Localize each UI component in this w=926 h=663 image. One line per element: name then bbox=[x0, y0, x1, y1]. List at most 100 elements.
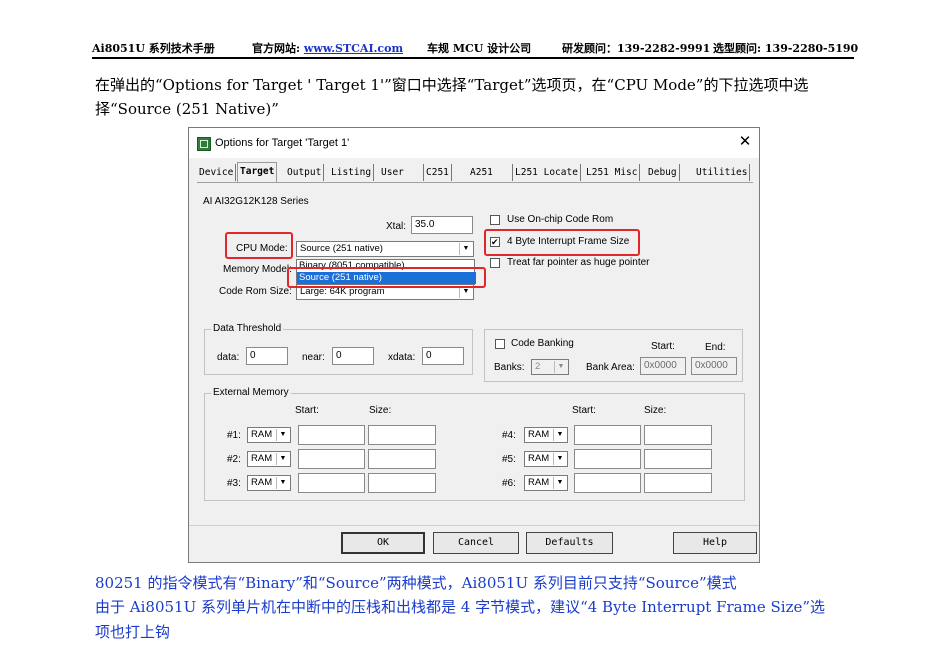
intro-paragraph: 在弹出的“Options for Target ' Target 1'”窗口中选… bbox=[95, 76, 809, 118]
near-input[interactable]: 0 bbox=[332, 347, 374, 365]
cpu-mode-highlight bbox=[225, 232, 293, 259]
data-threshold-title: Data Threshold bbox=[211, 323, 284, 334]
banks-label: Banks: bbox=[494, 362, 525, 373]
farptr-label: Treat far pointer as huge pointer bbox=[507, 257, 650, 268]
ext-type-value: RAM bbox=[251, 477, 273, 488]
company-text: 车规 MCU 设计公司 bbox=[427, 42, 532, 55]
code-banking-checkbox[interactable] bbox=[495, 339, 505, 349]
bank-area-label: Bank Area: bbox=[586, 362, 635, 373]
ext-start-input[interactable] bbox=[298, 473, 365, 493]
tab-target[interactable]: Target bbox=[237, 162, 278, 182]
header-rule bbox=[92, 57, 854, 59]
note-line-3: 项也打上钩 bbox=[95, 623, 171, 641]
tab-l251-misc[interactable]: L251 Misc bbox=[584, 164, 641, 181]
ext-type-select[interactable]: RAM ▼ bbox=[247, 475, 291, 491]
ext-start-input[interactable] bbox=[298, 449, 365, 469]
series-label: AI AI32G12K128 Series bbox=[203, 196, 309, 207]
ext-start-label-right: Start: bbox=[572, 405, 596, 416]
ext-size-input[interactable] bbox=[368, 449, 436, 469]
options-dialog: Options for Target 'Target 1' ✕ Device T… bbox=[188, 127, 760, 563]
external-memory-title: External Memory bbox=[211, 387, 291, 398]
banks-select[interactable]: 2 ▼ bbox=[531, 359, 569, 375]
ok-button[interactable]: OK bbox=[341, 532, 425, 554]
source-option-highlight bbox=[287, 267, 486, 288]
xdata-label: xdata: bbox=[388, 352, 416, 363]
cancel-button[interactable]: Cancel bbox=[433, 532, 519, 554]
tab-c251[interactable]: C251 bbox=[423, 164, 452, 181]
tab-user[interactable]: User bbox=[379, 164, 406, 181]
site-label-text: 官方网站: bbox=[252, 42, 301, 55]
ext-size-label-right: Size: bbox=[644, 405, 667, 416]
ext-start-input[interactable] bbox=[574, 449, 641, 469]
tab-utilities[interactable]: Utilities bbox=[694, 164, 751, 181]
tab-bar: Device Target Output Listing User C251 A… bbox=[197, 162, 753, 183]
onchip-rom-checkbox[interactable] bbox=[490, 215, 500, 225]
ext-row-label: #4: bbox=[502, 430, 516, 441]
dialog-titlebar: Options for Target 'Target 1' ✕ bbox=[189, 128, 759, 158]
bank-end-input[interactable]: 0x0000 bbox=[691, 357, 737, 375]
chevron-down-icon[interactable]: ▼ bbox=[276, 429, 289, 441]
tab-a251[interactable]: A251 bbox=[468, 164, 495, 181]
ext-type-select[interactable]: RAM ▼ bbox=[524, 475, 568, 491]
doc-title: Ai8051U 系列技术手册 bbox=[92, 42, 215, 55]
button-separator bbox=[189, 525, 759, 526]
ext-start-label-left: Start: bbox=[295, 405, 319, 416]
ext-row-label: #6: bbox=[502, 478, 516, 489]
bank-end-label: End: bbox=[705, 342, 726, 353]
chevron-down-icon[interactable]: ▼ bbox=[553, 429, 566, 441]
chevron-down-icon[interactable]: ▼ bbox=[554, 361, 567, 373]
ext-type-select[interactable]: RAM ▼ bbox=[247, 427, 291, 443]
ext-start-input[interactable] bbox=[574, 425, 641, 445]
ext-size-label-left: Size: bbox=[369, 405, 392, 416]
xdata-input[interactable]: 0 bbox=[422, 347, 464, 365]
farptr-checkbox[interactable] bbox=[490, 258, 500, 268]
data-label: data: bbox=[217, 352, 240, 363]
defaults-button[interactable]: Defaults bbox=[526, 532, 613, 554]
ext-type-value: RAM bbox=[528, 429, 550, 440]
xtal-label: Xtal: bbox=[386, 221, 407, 232]
tab-output[interactable]: Output bbox=[285, 164, 325, 181]
ext-size-input[interactable] bbox=[644, 449, 712, 469]
chevron-down-icon[interactable]: ▼ bbox=[276, 453, 289, 465]
ext-size-input[interactable] bbox=[368, 473, 436, 493]
ext-type-select[interactable]: RAM ▼ bbox=[524, 427, 568, 443]
tab-l251-locate[interactable]: L251 Locate bbox=[512, 164, 581, 181]
chevron-down-icon[interactable]: ▼ bbox=[276, 477, 289, 489]
page-header: Ai8051U 系列技术手册 官方网站: www.STCAI.com 车规 MC… bbox=[92, 38, 858, 58]
ext-type-select[interactable]: RAM ▼ bbox=[247, 451, 291, 467]
rnd-contact: 研发顾问：139-2282-9991 bbox=[562, 42, 711, 55]
onchip-rom-label: Use On-chip Code Rom bbox=[507, 214, 614, 225]
tab-debug[interactable]: Debug bbox=[646, 164, 680, 181]
cpu-mode-value: Source (251 native) bbox=[300, 243, 383, 254]
ext-start-input[interactable] bbox=[298, 425, 365, 445]
note-line-1: 80251 的指令模式有“Binary”和“Source”两种模式，Ai8051… bbox=[95, 574, 737, 592]
site-label: 官方网站: www.STCAI.com bbox=[252, 40, 403, 56]
xtal-input[interactable]: 35.0 bbox=[411, 216, 473, 234]
ext-start-input[interactable] bbox=[574, 473, 641, 493]
chevron-down-icon[interactable]: ▼ bbox=[553, 477, 566, 489]
chevron-down-icon[interactable]: ▼ bbox=[553, 453, 566, 465]
ext-type-value: RAM bbox=[251, 429, 273, 440]
bank-start-input[interactable]: 0x0000 bbox=[640, 357, 686, 375]
code-banking-label: Code Banking bbox=[511, 338, 574, 349]
ext-row-label: #5: bbox=[502, 454, 516, 465]
close-icon[interactable]: ✕ bbox=[735, 133, 755, 151]
ext-size-input[interactable] bbox=[644, 425, 712, 445]
site-link[interactable]: www.STCAI.com bbox=[304, 42, 403, 55]
ext-size-input[interactable] bbox=[644, 473, 712, 493]
ext-row-label: #1: bbox=[227, 430, 241, 441]
ext-type-select[interactable]: RAM ▼ bbox=[524, 451, 568, 467]
tab-device[interactable]: Device bbox=[197, 164, 237, 181]
help-button[interactable]: Help bbox=[673, 532, 757, 554]
cpu-mode-select[interactable]: Source (251 native) ▼ bbox=[296, 241, 474, 257]
code-rom-label: Code Rom Size: bbox=[219, 286, 292, 297]
note-line-2: 由于 Ai8051U 系列单片机在中断中的压栈和出栈都是 4 字节模式，建议“4… bbox=[95, 598, 826, 616]
banks-value: 2 bbox=[535, 361, 541, 372]
chevron-down-icon[interactable]: ▼ bbox=[459, 243, 472, 255]
tab-listing[interactable]: Listing bbox=[329, 164, 375, 181]
ext-type-value: RAM bbox=[528, 477, 550, 488]
ext-size-input[interactable] bbox=[368, 425, 436, 445]
sel-contact: 选型顾问: 139-2280-5190 bbox=[713, 42, 859, 55]
bank-start-label: Start: bbox=[651, 341, 675, 352]
data-input[interactable]: 0 bbox=[246, 347, 288, 365]
